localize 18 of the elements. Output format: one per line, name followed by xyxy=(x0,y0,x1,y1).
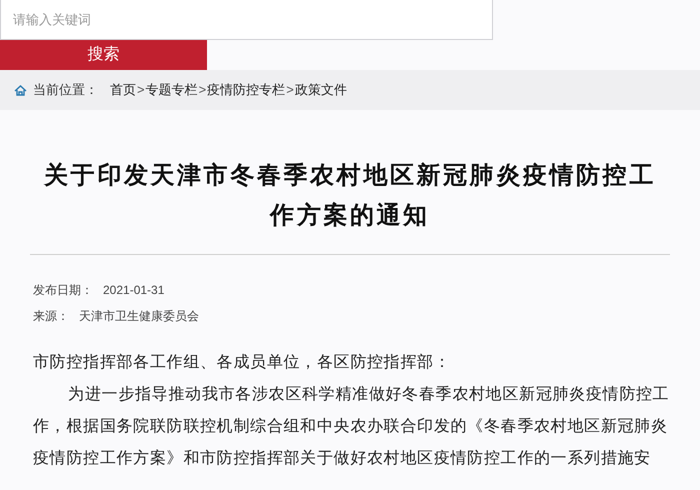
breadcrumb-link[interactable]: 专题专栏 xyxy=(146,80,198,100)
home-icon xyxy=(14,84,27,96)
meta-label: 来源： xyxy=(33,308,69,325)
article-title: 关于印发天津市冬春季农村地区新冠肺炎疫情防控工作方案的通知 xyxy=(42,161,657,231)
meta-label: 发布日期： xyxy=(33,282,93,299)
search-button[interactable]: 搜索 xyxy=(0,40,207,70)
breadcrumb-separator: > xyxy=(136,81,146,100)
location-label: 当前位置： xyxy=(33,81,98,100)
breadcrumb-link[interactable]: 政策文件 xyxy=(294,80,347,100)
search-field[interactable]: 请输入关键词 xyxy=(1,0,492,39)
body-paragraph: 为进一步指导推动我市各涉农区科学精准做好冬春季农村地区新冠肺炎疫情防控工作，根据国务院联防联控机制综合组和中央农办联合印发的《冬春季农村地区新冠肺炎疫情防控工作方案》和市防控指挥部关于做好农村地区疫情防控工作的一系列措施安 xyxy=(33,384,670,469)
breadcrumb-link[interactable]: 首页 xyxy=(110,80,136,100)
meta-value: 2021-01-31 xyxy=(103,282,164,299)
salutation: 市防控指挥部各工作组、各成员单位，各区防控指挥部： xyxy=(33,352,452,373)
breadcrumb-link[interactable]: 疫情防控专栏 xyxy=(207,80,286,100)
breadcrumb-separator: > xyxy=(198,81,207,100)
breadcrumb-separator: > xyxy=(285,81,295,100)
meta-value: 天津市卫生健康委员会 xyxy=(79,308,199,325)
